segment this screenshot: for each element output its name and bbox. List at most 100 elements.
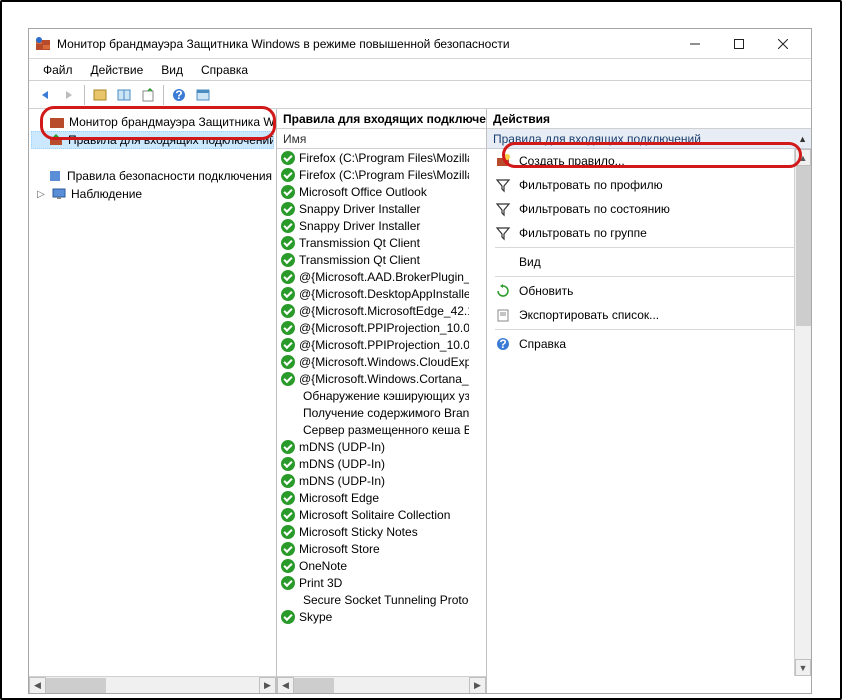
- action-filter-state[interactable]: Фильтровать по состоянию ▶: [487, 197, 811, 221]
- enabled-icon: [281, 525, 295, 539]
- toolbar-separator: [163, 85, 164, 105]
- menu-view[interactable]: Вид: [153, 61, 191, 79]
- list-item[interactable]: Microsoft Edge: [277, 489, 469, 506]
- list-item[interactable]: Transmission Qt Client: [277, 234, 469, 251]
- separator: [495, 247, 803, 248]
- list-item[interactable]: @{Microsoft.Windows.CloudExperien: [277, 353, 469, 370]
- list-item[interactable]: Обнаружение кэширующих узлов: [277, 387, 469, 404]
- tree-root[interactable]: Монитор брандмауэра Защитника Windows: [31, 113, 274, 131]
- action-create-rule[interactable]: Создать правило...: [487, 149, 811, 173]
- action-view[interactable]: Вид ▶: [487, 250, 811, 274]
- list-item[interactable]: OneNote: [277, 557, 469, 574]
- enabled-icon: [281, 236, 295, 250]
- collapse-icon[interactable]: ▲: [798, 134, 807, 144]
- scroll-right-button[interactable]: ▶: [469, 677, 486, 694]
- list-item[interactable]: Secure Socket Tunneling Protocol (S: [277, 591, 469, 608]
- rule-name: Print 3D: [299, 576, 342, 590]
- action-refresh[interactable]: Обновить: [487, 279, 811, 303]
- content-area: Монитор брандмауэра Защитника Windows Пр…: [29, 109, 811, 693]
- export-icon: [495, 307, 511, 323]
- menu-action[interactable]: Действие: [83, 61, 152, 79]
- window: Монитор брандмауэра Защитника Windows в …: [28, 28, 812, 694]
- list-item[interactable]: Firefox (C:\Program Files\Mozilla Fire: [277, 149, 469, 166]
- forward-button[interactable]: [57, 83, 81, 107]
- scroll-left-button[interactable]: ◀: [277, 677, 294, 694]
- enabled-icon: [281, 474, 295, 488]
- tree-inbound-rules[interactable]: Правила для входящих подключений: [31, 131, 274, 149]
- list-item[interactable]: @{Microsoft.AAD.BrokerPlugin_1000: [277, 268, 469, 285]
- action-label: Обновить: [519, 284, 573, 298]
- list-item[interactable]: Microsoft Store: [277, 540, 469, 557]
- monitor-icon: [51, 186, 67, 202]
- tree-security-rules[interactable]: Правила безопасности подключения: [31, 167, 274, 185]
- list-item[interactable]: @{Microsoft.PPIProjection_10.0.1713: [277, 336, 469, 353]
- refresh-icon: [495, 283, 511, 299]
- enabled-icon: [281, 457, 295, 471]
- rule-name: Microsoft Edge: [299, 491, 379, 505]
- scrollbar-horizontal[interactable]: [46, 677, 259, 694]
- new-window-button[interactable]: [191, 83, 215, 107]
- scroll-left-button[interactable]: ◀: [29, 677, 46, 694]
- menu-file[interactable]: Файл: [35, 61, 81, 79]
- new-rule-icon: [495, 153, 511, 169]
- list-item[interactable]: Microsoft Sticky Notes: [277, 523, 469, 540]
- list-item[interactable]: Print 3D: [277, 574, 469, 591]
- expander-icon[interactable]: ▷: [35, 189, 47, 200]
- rule-name: Microsoft Office Outlook: [299, 185, 427, 199]
- enabled-icon: [281, 338, 295, 352]
- svg-text:?: ?: [175, 88, 182, 102]
- export-button[interactable]: [136, 83, 160, 107]
- scrollbar-horizontal[interactable]: [294, 677, 469, 694]
- maximize-button[interactable]: [717, 30, 761, 58]
- action-help[interactable]: ? Справка: [487, 332, 811, 356]
- action-export[interactable]: Экспортировать список...: [487, 303, 811, 327]
- rule-name: Skype: [299, 610, 332, 624]
- rule-name: Firefox (C:\Program Files\Mozilla Fire: [299, 151, 469, 165]
- list-item[interactable]: @{Microsoft.PPIProjection_10.0.1713: [277, 319, 469, 336]
- list-item[interactable]: Snappy Driver Installer: [277, 217, 469, 234]
- action-label: Фильтровать по профилю: [519, 178, 663, 192]
- action-filter-group[interactable]: Фильтровать по группе ▶: [487, 221, 811, 245]
- list-item[interactable]: Skype: [277, 608, 469, 625]
- enabled-icon: [281, 287, 295, 301]
- list-pane: Правила для входящих подключений Имя Fir…: [277, 109, 487, 693]
- tree-monitoring[interactable]: ▷ Наблюдение: [31, 185, 274, 203]
- action-filter-profile[interactable]: Фильтровать по профилю ▶: [487, 173, 811, 197]
- enabled-icon: [281, 559, 295, 573]
- enabled-icon: [281, 151, 295, 165]
- minimize-button[interactable]: [673, 30, 717, 58]
- list-item[interactable]: @{Microsoft.DesktopAppInstaller_1.0: [277, 285, 469, 302]
- list-header: Правила для входящих подключений: [277, 109, 486, 129]
- list-item[interactable]: @{Microsoft.MicrosoftEdge_42.1713: [277, 302, 469, 319]
- show-hide-button[interactable]: [112, 83, 136, 107]
- list-item[interactable]: mDNS (UDP-In): [277, 438, 469, 455]
- rule-name: mDNS (UDP-In): [299, 440, 385, 454]
- list-item[interactable]: Firefox (C:\Program Files\Mozilla Fire: [277, 166, 469, 183]
- rule-name: Transmission Qt Client: [299, 253, 420, 267]
- firewall-icon: [35, 36, 51, 52]
- close-button[interactable]: [761, 30, 805, 58]
- list-item[interactable]: mDNS (UDP-In): [277, 472, 469, 489]
- actions-header: Действия: [487, 109, 811, 129]
- back-button[interactable]: [33, 83, 57, 107]
- enabled-icon: [281, 508, 295, 522]
- help-button[interactable]: ?: [167, 83, 191, 107]
- rule-name: Обнаружение кэширующих узлов: [285, 389, 469, 403]
- rule-name: Transmission Qt Client: [299, 236, 420, 250]
- menu-help[interactable]: Справка: [193, 61, 256, 79]
- rule-name: Сервер размещенного кеша Branc: [285, 423, 469, 437]
- properties-button[interactable]: [88, 83, 112, 107]
- scroll-right-button[interactable]: ▶: [259, 677, 276, 694]
- column-header-name[interactable]: Имя: [277, 129, 486, 149]
- list-item[interactable]: @{Microsoft.Windows.Cortana_1.10.: [277, 370, 469, 387]
- list-item[interactable]: Microsoft Office Outlook: [277, 183, 469, 200]
- enabled-icon: [281, 610, 295, 624]
- list-item[interactable]: Snappy Driver Installer: [277, 200, 469, 217]
- list-item[interactable]: mDNS (UDP-In): [277, 455, 469, 472]
- action-label: Вид: [519, 255, 541, 269]
- list-item[interactable]: Transmission Qt Client: [277, 251, 469, 268]
- list-item[interactable]: Получение содержимого BranchCa: [277, 404, 469, 421]
- list-item[interactable]: Сервер размещенного кеша Branc: [277, 421, 469, 438]
- list-item[interactable]: Microsoft Solitaire Collection: [277, 506, 469, 523]
- toolbar: ?: [29, 81, 811, 109]
